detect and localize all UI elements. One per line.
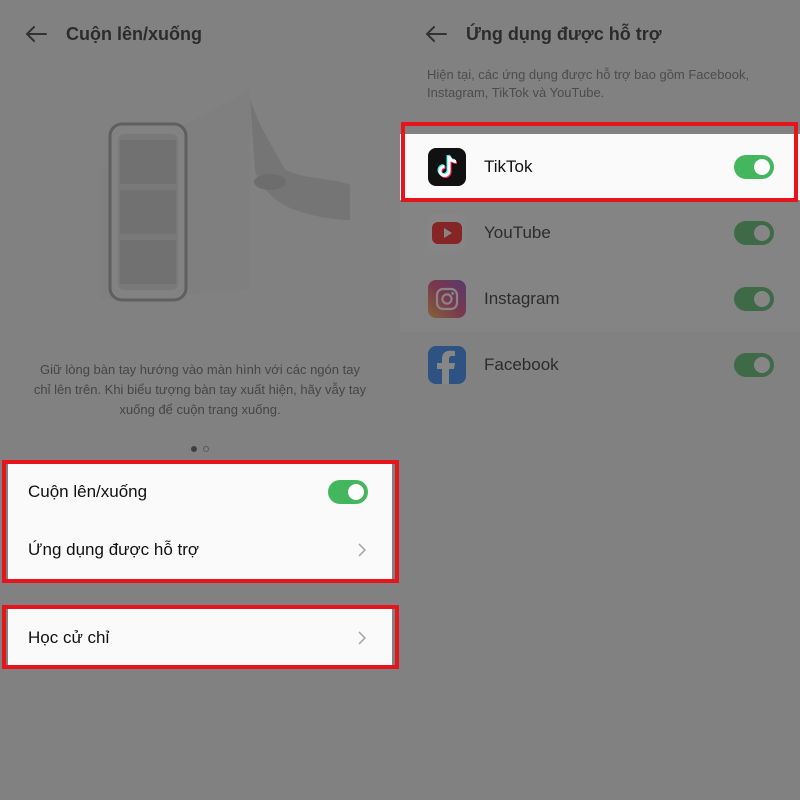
youtube-icon xyxy=(428,214,466,252)
toggle-knob xyxy=(348,484,364,500)
page-dot xyxy=(203,446,209,452)
supported-apps-label: Ứng dụng được hỗ trợ xyxy=(28,540,200,559)
chevron-right-icon xyxy=(358,543,367,557)
scroll-toggle[interactable] xyxy=(328,480,368,504)
gesture-description: Giữ lòng bàn tay hướng vào màn hình với … xyxy=(33,362,367,417)
back-arrow-icon[interactable] xyxy=(424,22,448,46)
back-arrow-icon[interactable] xyxy=(24,22,48,46)
youtube-toggle[interactable] xyxy=(734,221,774,245)
facebook-icon xyxy=(428,346,466,384)
supported-apps-description: Hiện tại, các ứng dụng được hỗ trợ bao g… xyxy=(427,67,750,100)
toggle-knob xyxy=(754,225,770,241)
tiktok-icon xyxy=(428,148,466,186)
gesture-learn-label: Học cử chỉ xyxy=(28,628,110,647)
top-bar: Cuộn lên/xuống xyxy=(0,0,400,68)
toggle-knob xyxy=(754,291,770,307)
chevron-right-icon xyxy=(358,631,367,645)
app-row-instagram[interactable]: Instagram xyxy=(400,266,800,332)
page-indicator xyxy=(0,446,400,452)
top-bar: Ứng dụng được hỗ trợ xyxy=(400,0,800,68)
facebook-toggle[interactable] xyxy=(734,353,774,377)
supported-apps-row[interactable]: Ứng dụng được hỗ trợ xyxy=(8,521,392,579)
app-row-tiktok[interactable]: TikTok xyxy=(400,134,800,200)
app-name: Facebook xyxy=(484,355,559,374)
right-screen: Ứng dụng được hỗ trợ Hiện tại, các ứng d… xyxy=(400,0,800,800)
app-name: TikTok xyxy=(484,157,533,176)
instagram-icon xyxy=(428,280,466,318)
gesture-learn-row[interactable]: Học cử chỉ xyxy=(8,609,392,667)
app-row-youtube[interactable]: YouTube xyxy=(400,200,800,266)
tiktok-toggle[interactable] xyxy=(734,155,774,179)
toggle-knob xyxy=(754,357,770,373)
app-row-facebook[interactable]: Facebook xyxy=(400,332,800,398)
scroll-setting-label: Cuộn lên/xuống xyxy=(28,482,148,501)
left-screen: Cuộn lên/xuống Giữ lòng bàn tay hướng và… xyxy=(0,0,400,800)
page-title: Ứng dụng được hỗ trợ xyxy=(466,23,662,44)
app-name: Instagram xyxy=(484,289,560,308)
gesture-illustration xyxy=(100,90,380,310)
app-name: YouTube xyxy=(484,223,551,242)
scroll-setting-row[interactable]: Cuộn lên/xuống xyxy=(8,463,392,521)
dim-overlay xyxy=(400,0,800,800)
instagram-toggle[interactable] xyxy=(734,287,774,311)
page-dot-active xyxy=(191,446,197,452)
toggle-knob xyxy=(754,159,770,175)
page-title: Cuộn lên/xuống xyxy=(66,23,202,44)
